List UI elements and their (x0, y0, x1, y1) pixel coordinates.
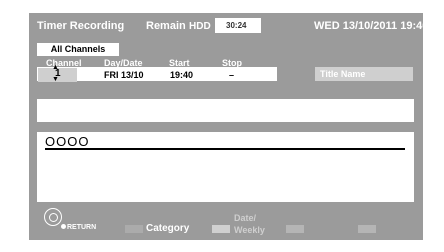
title-name-field[interactable]: Title Name (315, 67, 413, 81)
date-weekly-label[interactable]: Date/ Weekly (234, 212, 265, 236)
tab-all-channels[interactable]: All Channels (37, 43, 119, 56)
info-bar (37, 99, 414, 122)
title-entry-underline (45, 148, 405, 150)
green-button-icon[interactable] (212, 225, 230, 233)
page-title: Timer Recording (37, 20, 125, 32)
blue-button-icon[interactable] (358, 225, 376, 233)
red-button-icon[interactable] (125, 225, 143, 233)
stop-value[interactable]: – (229, 70, 234, 80)
current-datetime: WED 13/10/2011 19:40 (314, 20, 429, 32)
remain-label: Remain (146, 20, 186, 32)
category-label[interactable]: Category (146, 223, 189, 234)
remain-time: 30:24 (226, 21, 247, 30)
dpad-center-icon (49, 213, 58, 222)
yellow-button-icon[interactable] (286, 225, 304, 233)
return-dot-icon (61, 224, 66, 229)
arrow-down-icon: ▼ (52, 76, 59, 83)
title-entry-text: OOOO (45, 134, 90, 149)
return-label[interactable]: RETURN (67, 224, 96, 231)
date-weekly-line1: Date/ (234, 213, 257, 223)
title-entry-box[interactable] (37, 132, 414, 202)
start-value[interactable]: 19:40 (170, 70, 193, 80)
day-date-value[interactable]: FRI 13/10 (104, 70, 144, 80)
date-weekly-line2: Weekly (234, 225, 265, 235)
media-label: HDD (189, 21, 211, 32)
